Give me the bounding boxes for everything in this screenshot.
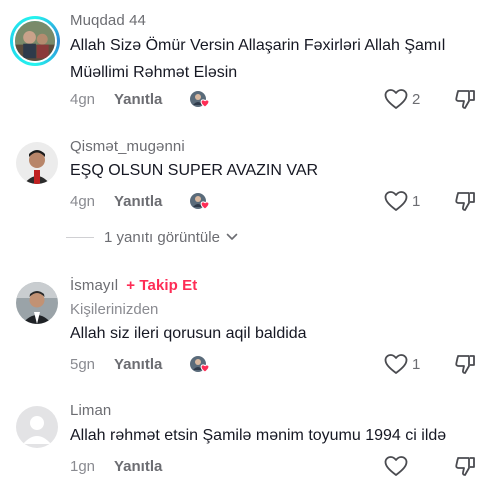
heart-outline-icon bbox=[384, 89, 408, 109]
relation-label: Kişilerinizden bbox=[70, 301, 159, 318]
default-avatar-icon bbox=[16, 406, 58, 448]
thumbs-down-icon bbox=[455, 90, 475, 109]
dislike-button[interactable] bbox=[454, 353, 476, 375]
comment-text: Allah siz ileri qorusun aqil baldida bbox=[70, 325, 307, 342]
thumbs-down-icon bbox=[455, 192, 475, 211]
reply-button[interactable]: Yanıtla bbox=[114, 193, 162, 210]
view-replies-label: 1 yanıtı görüntüle bbox=[104, 228, 220, 246]
comment-item: Liman Allah rəhmət etsin Şamilə mənim to… bbox=[0, 396, 490, 500]
avatar[interactable] bbox=[10, 16, 60, 66]
comment-username[interactable]: Liman bbox=[70, 402, 111, 419]
comment-meta: 5gn Yanıtla bbox=[70, 353, 212, 375]
creator-heart-badge-icon bbox=[188, 88, 212, 110]
avatar[interactable] bbox=[16, 142, 58, 184]
like-button[interactable]: 1 bbox=[384, 189, 420, 213]
heart-outline-icon bbox=[384, 191, 408, 211]
like-button[interactable]: 2 bbox=[384, 87, 420, 111]
divider-line bbox=[66, 236, 94, 238]
avatar[interactable] bbox=[16, 282, 58, 324]
view-replies-button[interactable]: 1 yanıtı görüntüle bbox=[66, 226, 238, 248]
chevron-down-icon bbox=[226, 233, 238, 240]
comment-time: 1gn bbox=[70, 457, 96, 475]
like-count: 1 bbox=[412, 192, 421, 210]
reply-button[interactable]: Yanıtla bbox=[114, 458, 162, 475]
reply-button[interactable]: Yanıtla bbox=[114, 91, 162, 108]
comment-meta: 4gn Yanıtla bbox=[70, 88, 212, 110]
dislike-button[interactable] bbox=[454, 88, 476, 110]
like-count: 1 bbox=[412, 355, 421, 373]
follow-button[interactable]: + Takip Et bbox=[126, 277, 197, 294]
avatar-image bbox=[15, 21, 55, 61]
comment-meta: 1gn Yanıtla bbox=[70, 455, 162, 477]
comment-time: 4gn bbox=[70, 192, 96, 210]
comment-username: İsmayıl + Takip Et bbox=[70, 277, 197, 294]
like-count: 2 bbox=[412, 90, 421, 108]
avatar-image bbox=[16, 282, 58, 324]
avatar-image bbox=[16, 142, 58, 184]
comment-text: Allah rəhmət etsin Şamilə mənim toyumu 1… bbox=[70, 427, 447, 444]
comment-item: Muqdad 44 Allah Sizə Ömür Versin Allaşar… bbox=[0, 0, 490, 130]
dislike-button[interactable] bbox=[454, 190, 476, 212]
comment-meta: 4gn Yanıtla bbox=[70, 190, 212, 212]
heart-outline-icon bbox=[384, 456, 408, 476]
comment-username[interactable]: Qismət_mugənni bbox=[70, 138, 185, 155]
like-button[interactable] bbox=[384, 454, 408, 478]
comment-text: EŞQ OLSUN SUPER AVAZIN VAR bbox=[70, 162, 319, 179]
like-button[interactable]: 1 bbox=[384, 352, 420, 376]
comment-item: Qismət_mugənni EŞQ OLSUN SUPER AVAZIN VA… bbox=[0, 130, 490, 218]
comment-text: Allah Sizə Ömür Versin Allaşarin Fəxirlə… bbox=[70, 37, 446, 81]
thumbs-down-icon bbox=[455, 355, 475, 374]
comment-time: 4gn bbox=[70, 90, 96, 108]
comment-time: 5gn bbox=[70, 355, 96, 373]
comment-username[interactable]: Muqdad 44 bbox=[70, 12, 146, 29]
heart-outline-icon bbox=[384, 354, 408, 374]
comment-item: İsmayıl + Takip Et Kişilerinizden Allah s… bbox=[0, 270, 490, 388]
creator-heart-badge-icon bbox=[188, 353, 212, 375]
creator-heart-badge-icon bbox=[188, 190, 212, 212]
thumbs-down-icon bbox=[455, 457, 475, 476]
reply-button[interactable]: Yanıtla bbox=[114, 356, 162, 373]
username-text[interactable]: İsmayıl bbox=[70, 277, 118, 294]
dislike-button[interactable] bbox=[454, 455, 476, 477]
avatar[interactable] bbox=[16, 406, 58, 448]
